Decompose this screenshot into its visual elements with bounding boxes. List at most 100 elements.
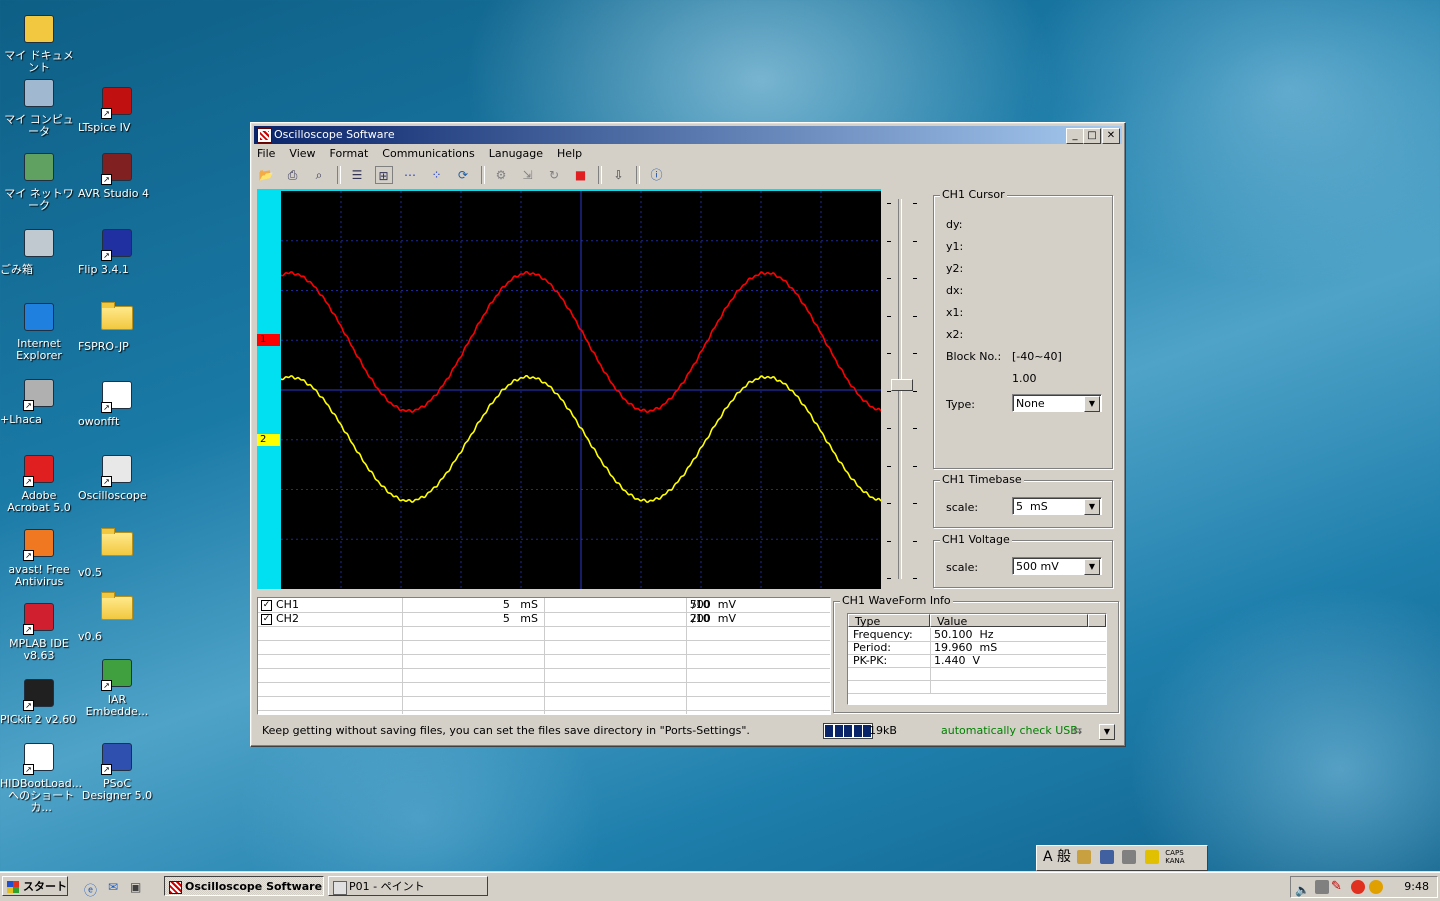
- shortcut-arrow-icon: ↗: [101, 764, 112, 775]
- voltage-group-title: CH1 Voltage: [940, 533, 1012, 546]
- ch1-marker[interactable]: 1: [257, 334, 280, 346]
- cursor-type-select[interactable]: None ▼: [1012, 394, 1102, 412]
- desktop-icon[interactable]: Internet Explorer: [0, 300, 78, 362]
- task-paint[interactable]: P01 - ペイント: [328, 876, 488, 896]
- start-button[interactable]: スタート: [2, 876, 68, 896]
- table-row[interactable]: ✓ CH1 5 mS 500 mV/10: [258, 598, 830, 613]
- desktop-icon[interactable]: ↗ MPLAB IDE v8.63: [0, 600, 78, 662]
- ime-toolbar[interactable]: A 般 CAPS KANA: [1036, 845, 1208, 871]
- menu-file[interactable]: File: [257, 147, 275, 160]
- update-tray-icon[interactable]: [1369, 880, 1383, 894]
- desktop-icon[interactable]: ↗ AVR Studio 4: [78, 150, 156, 200]
- desktop-icon[interactable]: ↗ HIDBootLoad... へのショートカ...: [0, 740, 82, 814]
- desktop-icon[interactable]: ↗ Adobe Acrobat 5.0: [0, 452, 78, 514]
- stop-icon[interactable]: ■: [572, 166, 590, 184]
- desktop-icon-label: PSoC Designer 5.0: [81, 777, 153, 802]
- outlook-quicklaunch-icon[interactable]: ✉: [108, 880, 118, 894]
- menu-help[interactable]: Help: [557, 147, 582, 160]
- slider-tick: [887, 278, 891, 279]
- save-icon[interactable]: ⇩: [610, 166, 628, 184]
- maximize-button[interactable]: □: [1083, 128, 1101, 144]
- scope-screen[interactable]: [280, 191, 882, 589]
- chevron-down-icon[interactable]: ▼: [1084, 559, 1100, 575]
- menu-format[interactable]: Format: [330, 147, 369, 160]
- menu-view[interactable]: View: [289, 147, 315, 160]
- desktop-icon[interactable]: マイ ドキュメント: [0, 12, 78, 74]
- waveinfo-value: 50.100 Hz: [934, 628, 994, 641]
- timebase-select[interactable]: 5 mS ▼: [1012, 497, 1102, 515]
- table-row: [258, 682, 830, 697]
- show-desktop-icon[interactable]: ▣: [130, 880, 141, 894]
- ime-tool-icon[interactable]: [1077, 850, 1092, 864]
- desktop-icon[interactable]: FSPRO-JP: [78, 300, 156, 353]
- ime-help-icon[interactable]: [1144, 850, 1159, 864]
- table-row[interactable]: ✓ CH2 5 mS 200 mV/10: [258, 612, 830, 627]
- desktop-icon[interactable]: ↗ owonfft: [78, 378, 156, 428]
- help-icon[interactable]: ⓘ: [648, 166, 666, 184]
- desktop-icon[interactable]: マイ コンピュータ: [0, 76, 78, 138]
- run-icon[interactable]: ↻: [545, 166, 563, 184]
- y1-label: y1:: [946, 240, 964, 253]
- desktop-icon-label: Internet Explorer: [16, 337, 62, 362]
- channel-checkbox[interactable]: ✓: [261, 600, 272, 611]
- open-icon[interactable]: 📂: [257, 166, 275, 184]
- points-icon[interactable]: ⁘: [428, 166, 446, 184]
- desktop-icon[interactable]: ↗ PSoC Designer 5.0: [78, 740, 156, 802]
- menu-lanugage[interactable]: Lanugage: [489, 147, 543, 160]
- toolbar-separator: [480, 166, 485, 184]
- desktop-icon[interactable]: ↗ LTspice IV: [78, 84, 156, 134]
- ie-quicklaunch-icon[interactable]: ⓔ: [84, 880, 97, 899]
- ime-pad-icon[interactable]: [1099, 850, 1114, 864]
- adobe-acrobat-icon: ↗: [23, 455, 55, 487]
- desktop-icon[interactable]: ↗ Oscilloscope: [78, 452, 156, 502]
- desktop-icon[interactable]: ↗ +Lhaca: [0, 376, 78, 426]
- chevron-down-icon[interactable]: ▼: [1084, 396, 1100, 412]
- start-label: スタート: [23, 880, 67, 893]
- pen-tray-icon[interactable]: ✎: [1331, 877, 1342, 897]
- list-icon[interactable]: ☰: [348, 166, 366, 184]
- voltage-select[interactable]: 500 mV ▼: [1012, 557, 1102, 575]
- desktop-icon[interactable]: ごみ箱: [0, 226, 78, 276]
- ime-dictionary-icon[interactable]: [1122, 850, 1137, 864]
- desktop-icon[interactable]: ↗ avast! Free Antivirus: [0, 526, 78, 588]
- channel-checkbox[interactable]: ✓: [261, 614, 272, 625]
- dots-line-icon[interactable]: ⋯: [401, 166, 419, 184]
- connect-icon[interactable]: ⚙: [492, 166, 510, 184]
- waveinfo-value-header[interactable]: Value: [930, 614, 1088, 628]
- ime-mode-label[interactable]: A 般: [1043, 849, 1071, 865]
- print-preview-icon[interactable]: ⌕: [310, 166, 328, 184]
- network-tray-icon[interactable]: [1315, 880, 1329, 894]
- channel-list[interactable]: ✓ CH1 5 mS 500 mV/10 ✓ CH2 5 mS 200 mV/10: [257, 597, 831, 715]
- slider-tick: [887, 315, 891, 317]
- menu-communications[interactable]: Communications: [382, 147, 474, 160]
- ch2-marker[interactable]: 2: [257, 434, 280, 446]
- pickit-icon: ↗: [23, 679, 55, 711]
- waveinfo-value: 19.960 mS: [934, 641, 998, 654]
- chevron-down-icon[interactable]: ▼: [1084, 499, 1100, 515]
- desktop-icon[interactable]: マイ ネットワーク: [0, 150, 78, 212]
- desktop-icon[interactable]: v0.6: [78, 590, 156, 643]
- minimize-button[interactable]: _: [1066, 128, 1084, 144]
- desktop-icon[interactable]: ↗ PICkit 2 v2.60: [0, 676, 78, 726]
- export-icon[interactable]: ⇲: [519, 166, 537, 184]
- desktop-icon-label: LTspice IV: [78, 121, 131, 134]
- close-button[interactable]: ✕: [1102, 128, 1120, 144]
- task-oscilloscope-label: Oscilloscope Software: [185, 880, 323, 893]
- offset-slider-thumb[interactable]: [891, 379, 913, 391]
- window-titlebar[interactable]: Oscilloscope Software _ □ ✕: [254, 126, 1122, 144]
- volume-icon[interactable]: 🔈: [1295, 880, 1310, 900]
- waveinfo-type-header[interactable]: Type: [848, 614, 930, 628]
- print-icon[interactable]: ⎙: [284, 166, 302, 184]
- task-oscilloscope[interactable]: Oscilloscope Software: [164, 876, 324, 896]
- usb-dropdown-button[interactable]: ▼: [1099, 724, 1115, 740]
- avast-icon: ↗: [23, 529, 55, 561]
- app-icon[interactable]: [257, 128, 272, 143]
- desktop-icon[interactable]: v0.5: [78, 526, 156, 579]
- desktop-icon[interactable]: ↗ IAR Embedde...: [78, 656, 156, 718]
- grid-icon[interactable]: ⊞: [374, 166, 393, 184]
- avast-tray-icon[interactable]: [1351, 880, 1365, 894]
- my-documents-icon: [23, 15, 55, 47]
- desktop-icon-label: マイ コンピュータ: [4, 113, 74, 138]
- refresh-icon[interactable]: ⟳: [454, 166, 472, 184]
- desktop-icon[interactable]: ↗ Flip 3.4.1: [78, 226, 156, 276]
